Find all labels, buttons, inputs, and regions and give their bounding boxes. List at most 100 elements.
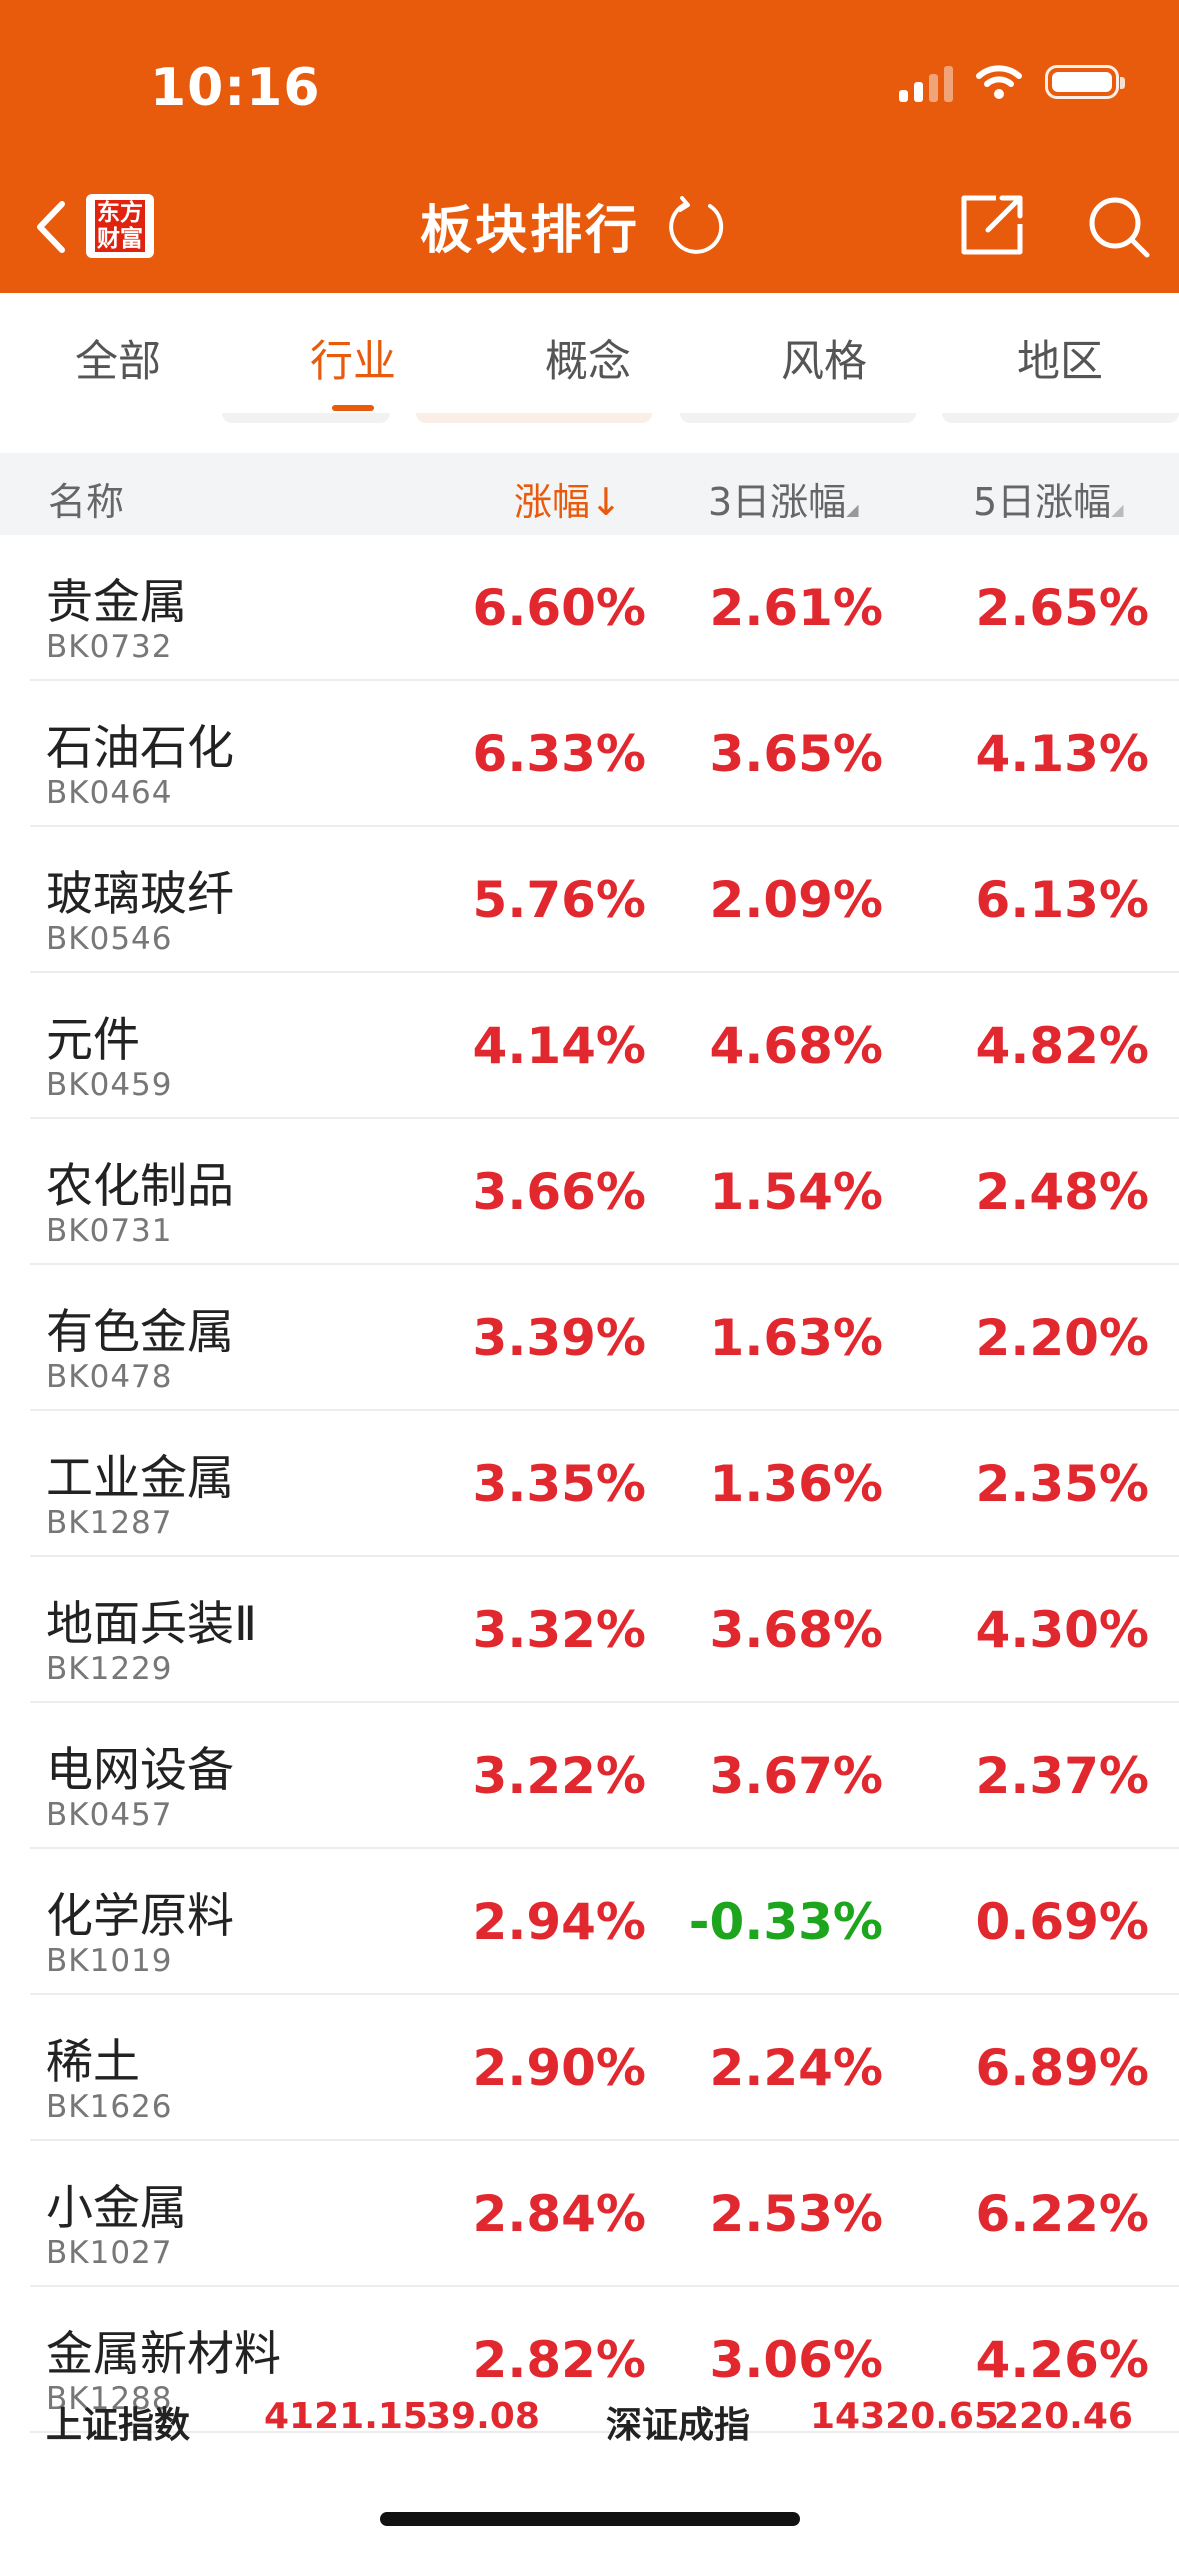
table-row[interactable]: 元件 BK0459 4.14% 4.68% 4.82% (30, 973, 1179, 1119)
refresh-icon[interactable] (666, 196, 726, 258)
change-value: 2.84% (472, 2185, 646, 2243)
search-icon[interactable] (1086, 194, 1152, 260)
change-3d-value: 3.67% (709, 1747, 883, 1805)
table-row[interactable]: 稀土 BK1626 2.90% 2.24% 6.89% (30, 1995, 1179, 2141)
change-5d-value: 2.35% (975, 1455, 1149, 1513)
table-row[interactable]: 小金属 BK1027 2.84% 2.53% 6.22% (30, 2141, 1179, 2287)
sector-list: 贵金属 BK0732 6.60% 2.61% 2.65% 石油石化 BK0464 6.33% 3… (0, 535, 1179, 2433)
sector-code: BK1626 (46, 2089, 173, 2125)
table-row[interactable]: 电网设备 BK0457 3.22% 3.67% 2.37% (30, 1703, 1179, 1849)
sector-name: 石油石化 (46, 721, 234, 776)
table-row[interactable]: 农化制品 BK0731 3.66% 1.54% 2.48% (30, 1119, 1179, 1265)
status-icons (899, 62, 1125, 102)
sector-name: 玻璃玻纤 (46, 867, 234, 922)
sector-code: BK1287 (46, 1505, 173, 1541)
change-5d-value: 2.65% (975, 579, 1149, 637)
sector-name: 有色金属 (46, 1305, 234, 1360)
app-header: 10:16 东方 财富 板块排行 (0, 0, 1179, 293)
back-icon[interactable] (26, 192, 86, 262)
sort-corner-icon: ◢ (846, 500, 859, 519)
sector-name: 贵金属 (46, 575, 187, 630)
change-5d-value: 6.22% (975, 2185, 1149, 2243)
sub-filter-strip (0, 413, 1179, 429)
col-change-sort[interactable]: 涨幅↓ (514, 471, 622, 526)
category-tabs: 全部 行业 概念 风格 地区 (0, 293, 1179, 413)
change-5d-value: 4.26% (975, 2331, 1149, 2389)
sort-desc-icon: ↓ (590, 480, 622, 524)
change-value: 4.14% (472, 1017, 646, 1075)
change-3d-value: 3.68% (709, 1601, 883, 1659)
tab-concept[interactable]: 概念 (545, 327, 631, 389)
col-name: 名称 (48, 480, 125, 524)
sector-code: BK0546 (46, 921, 173, 957)
sh-index-label: 上证指数 (46, 2405, 191, 2446)
sector-name: 小金属 (46, 2181, 187, 2236)
sh-index-change: 39.08 (426, 2396, 540, 2437)
sector-name: 元件 (46, 1013, 140, 1068)
table-row[interactable]: 工业金属 BK1287 3.35% 1.36% 2.35% (30, 1411, 1179, 1557)
table-row[interactable]: 石油石化 BK0464 6.33% 3.65% 4.13% (30, 681, 1179, 827)
change-value: 2.82% (472, 2331, 646, 2389)
wifi-icon (976, 65, 1022, 99)
change-3d-value: -0.33% (688, 1893, 883, 1951)
change-value: 3.39% (472, 1309, 646, 1367)
table-row[interactable]: 有色金属 BK0478 3.39% 1.63% 2.20% (30, 1265, 1179, 1411)
change-5d-value: 4.13% (975, 725, 1149, 783)
sector-name: 化学原料 (46, 1889, 234, 1944)
table-row[interactable]: 玻璃玻纤 BK0546 5.76% 2.09% 6.13% (30, 827, 1179, 973)
status-time: 10:16 (150, 58, 321, 118)
change-5d-value: 0.69% (975, 1893, 1149, 1951)
sector-name: 地面兵装Ⅱ (46, 1597, 258, 1652)
change-3d-value: 2.53% (709, 2185, 883, 2243)
eastmoney-logo[interactable]: 东方 财富 (86, 194, 154, 258)
change-3d-value: 1.54% (709, 1163, 883, 1221)
col-change-3d[interactable]: 3日涨幅◢ (708, 471, 859, 526)
change-value: 3.66% (472, 1163, 646, 1221)
sector-code: BK1229 (46, 1651, 173, 1687)
change-5d-value: 6.89% (975, 2039, 1149, 2097)
change-3d-value: 3.65% (709, 725, 883, 783)
sector-code: BK0464 (46, 775, 173, 811)
sector-name: 工业金属 (46, 1451, 234, 1506)
home-indicator[interactable] (380, 2512, 800, 2526)
tab-style[interactable]: 风格 (781, 327, 867, 389)
active-tab-indicator (332, 405, 374, 411)
change-value: 2.90% (472, 2039, 646, 2097)
change-value: 3.35% (472, 1455, 646, 1513)
cellular-signal-icon (899, 62, 953, 102)
change-3d-value: 2.61% (709, 579, 883, 637)
change-5d-value: 2.48% (975, 1163, 1149, 1221)
change-5d-value: 2.20% (975, 1309, 1149, 1367)
sector-code: BK0459 (46, 1067, 173, 1103)
change-value: 2.94% (472, 1893, 646, 1951)
change-3d-value: 2.24% (709, 2039, 883, 2097)
sector-code: BK0478 (46, 1359, 173, 1395)
change-value: 3.22% (472, 1747, 646, 1805)
tab-region[interactable]: 地区 (1017, 327, 1103, 389)
table-row[interactable]: 化学原料 BK1019 2.94% -0.33% 0.69% (30, 1849, 1179, 1995)
sector-code: BK0732 (46, 629, 173, 665)
change-value: 6.33% (472, 725, 646, 783)
sz-index-value: 14320.65 (810, 2396, 1000, 2437)
tab-industry[interactable]: 行业 (310, 327, 396, 389)
share-icon[interactable] (958, 190, 1028, 260)
sz-index-change: 220.46 (994, 2396, 1133, 2437)
sector-code: BK1027 (46, 2235, 173, 2271)
change-3d-value: 1.63% (709, 1309, 883, 1367)
change-value: 5.76% (472, 871, 646, 929)
column-header: 名称 涨幅↓ 3日涨幅◢ 5日涨幅◢ (0, 453, 1179, 535)
change-3d-value: 4.68% (709, 1017, 883, 1075)
index-ticker-bar[interactable]: 上证指数 4121.15 39.08 深证成指 14320.65 220.46 (0, 2384, 1179, 2474)
sector-code: BK0457 (46, 1797, 173, 1833)
change-5d-value: 4.82% (975, 1017, 1149, 1075)
table-row[interactable]: 贵金属 BK0732 6.60% 2.61% 2.65% (30, 535, 1179, 681)
table-row[interactable]: 地面兵装Ⅱ BK1229 3.32% 3.68% 4.30% (30, 1557, 1179, 1703)
change-5d-value: 2.37% (975, 1747, 1149, 1805)
page-title: 板块排行 (420, 201, 641, 261)
sector-code: BK0731 (46, 1213, 173, 1249)
sector-name: 农化制品 (46, 1159, 234, 1214)
sector-name: 稀土 (46, 2035, 140, 2090)
col-change-5d[interactable]: 5日涨幅◢ (973, 471, 1124, 526)
tab-all[interactable]: 全部 (75, 327, 161, 389)
change-value: 6.60% (472, 579, 646, 637)
